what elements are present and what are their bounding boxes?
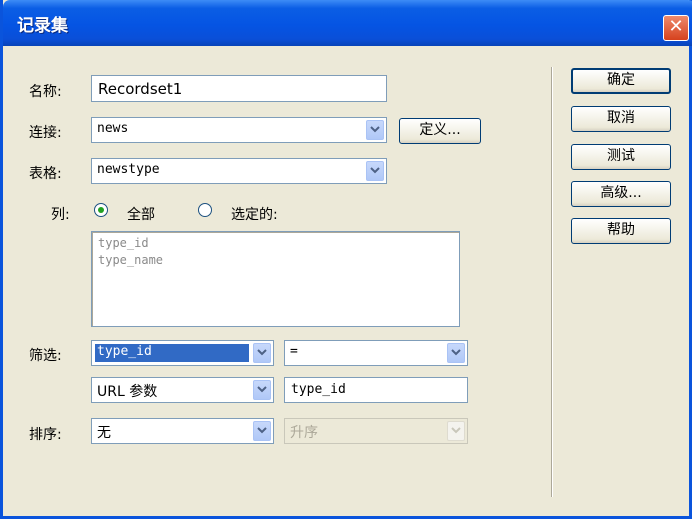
filter-source-value: URL 参数: [97, 384, 158, 400]
filter-value-input[interactable]: type_id: [284, 377, 468, 403]
connection-value: news: [97, 121, 129, 136]
chevron-down-icon[interactable]: [253, 421, 271, 441]
list-item[interactable]: type_name: [92, 252, 459, 269]
table-select[interactable]: newstype: [91, 158, 387, 184]
sort-column-select[interactable]: 无: [91, 418, 274, 444]
cancel-button[interactable]: 取消: [571, 106, 671, 132]
title-bar[interactable]: 记录集 ✕: [3, 0, 692, 46]
test-button[interactable]: 测试: [571, 144, 671, 170]
divider: [551, 67, 553, 497]
recordset-dialog: 记录集 ✕ 名称: Recordset1 连接: news 定义... 表格: …: [0, 0, 692, 519]
filter-operator-value: =: [290, 344, 298, 359]
define-button[interactable]: 定义...: [399, 118, 481, 144]
chevron-down-icon[interactable]: [253, 343, 271, 363]
chevron-down-icon[interactable]: [253, 380, 271, 400]
filter-column-select[interactable]: type_id: [91, 340, 274, 366]
chevron-down-icon: [447, 421, 465, 441]
columns-list[interactable]: type_id type_name: [91, 231, 460, 327]
chevron-down-icon[interactable]: [366, 161, 384, 181]
chevron-down-icon[interactable]: [366, 120, 384, 140]
filter-source-select[interactable]: URL 参数: [91, 377, 274, 403]
filter-operator-select[interactable]: =: [284, 340, 468, 366]
columns-selected-label[interactable]: 选定的:: [231, 204, 278, 224]
chevron-down-icon[interactable]: [447, 343, 465, 363]
list-item[interactable]: type_id: [92, 235, 459, 252]
columns-all-radio[interactable]: [94, 203, 108, 217]
filter-column-value: type_id: [95, 344, 249, 362]
name-label: 名称:: [29, 84, 62, 100]
sort-order-select: 升序: [284, 418, 468, 444]
radio-selected-dot: [98, 207, 104, 213]
columns-selected-radio[interactable]: [198, 203, 212, 217]
table-label: 表格:: [29, 166, 62, 182]
advanced-button[interactable]: 高级...: [571, 181, 671, 207]
columns-label: 列:: [51, 207, 70, 223]
columns-all-label[interactable]: 全部: [127, 204, 155, 224]
ok-button[interactable]: 确定: [571, 68, 671, 94]
connection-label: 连接:: [29, 125, 62, 141]
sort-label: 排序:: [29, 427, 62, 443]
close-icon[interactable]: ✕: [663, 15, 689, 41]
connection-select[interactable]: news: [91, 117, 387, 143]
sort-column-value: 无: [97, 425, 111, 441]
help-button[interactable]: 帮助: [571, 218, 671, 244]
window-title: 记录集: [17, 16, 68, 36]
table-value: newstype: [97, 162, 160, 177]
name-input[interactable]: Recordset1: [91, 75, 387, 102]
filter-label: 筛选:: [29, 348, 62, 364]
sort-order-value: 升序: [290, 425, 318, 441]
